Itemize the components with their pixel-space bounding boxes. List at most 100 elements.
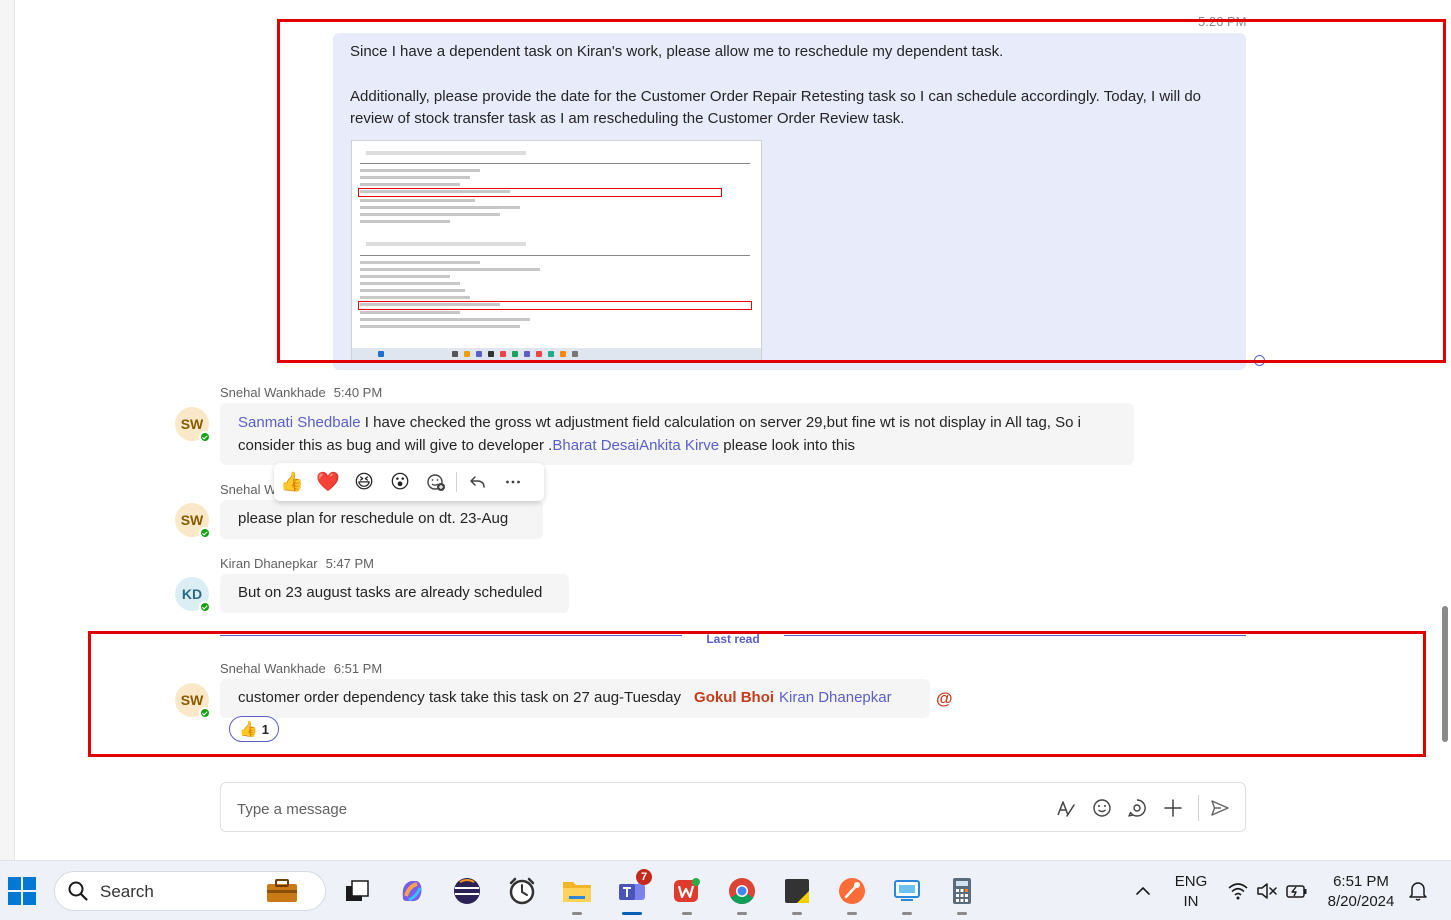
message-meta: Snehal W [220,482,276,497]
chrome-button[interactable] [724,873,760,915]
start-button[interactable] [4,873,40,909]
plus-icon [1164,799,1182,817]
last-read-label: Last read [706,632,760,646]
chevron-up-icon [1136,887,1150,895]
avatar[interactable]: SW [175,503,211,539]
eclipse-icon [454,878,480,904]
format-text-icon [1057,801,1075,817]
presence-available-icon [199,707,211,719]
teams-button[interactable]: 7 [614,869,652,915]
reaction-count: 1 [261,721,269,737]
message-input[interactable] [235,796,1019,822]
calculator-icon [953,878,971,904]
avatar[interactable]: SW [175,407,211,443]
mention-link[interactable]: Ankita Kirve [639,437,719,454]
postman-icon [839,878,865,904]
message-meta: Snehal Wankhade 5:40 PM [220,385,382,400]
wifi-icon [1228,883,1248,900]
left-app-rail [0,0,15,860]
message-composer [220,782,1246,832]
windows-taskbar: Search 7 ENG IN 6:51 PM 8/20/2024 [0,860,1451,920]
clock[interactable]: 6:51 PM 8/20/2024 [1322,872,1400,912]
send-button[interactable] [1207,795,1233,821]
clock-app-button[interactable] [504,873,540,909]
author-name: Kiran Dhanepkar [220,556,318,571]
my-message-bubble[interactable]: Since I have a dependent task on Kiran's… [333,33,1246,370]
copilot-button[interactable] [394,873,430,909]
presence-available-icon [199,601,211,613]
battery-button[interactable] [1279,873,1315,909]
taskbar-search[interactable]: Search [54,871,326,911]
calculator-button[interactable] [944,873,980,915]
format-button[interactable] [1053,795,1079,821]
clock-time: 6:51 PM [1333,873,1389,890]
search-placeholder: Search [100,882,154,901]
message-text: Since I have a dependent task on Kiran's… [350,43,1004,60]
mention-link[interactable]: Kiran Dhanepkar [779,689,892,706]
message-text: please look into this [719,437,856,454]
toolbar-divider [456,472,457,492]
search-icon [68,881,88,901]
mention-link[interactable]: Bharat Desai [552,437,639,454]
avatar[interactable]: SW [175,683,211,719]
send-icon [1211,800,1229,816]
avatar[interactable]: KD [175,577,211,613]
message-bubble[interactable]: please plan for reschedule on dt. 23-Aug [220,500,543,539]
add-reaction-button[interactable] [418,463,454,501]
copilot-icon [402,881,422,902]
mention-indicator-icon: @ [936,689,953,708]
message-bubble[interactable]: customer order dependency task take this… [220,679,930,718]
chrome-icon [729,878,755,905]
like-reaction-chip[interactable]: 👍 1 [229,716,279,742]
sticky-notes-icon [785,879,809,903]
like-reaction-button[interactable]: 👍 [274,463,310,501]
folder-icon [563,882,591,902]
avatar-initials: KD [181,586,203,602]
sticky-notes-button[interactable] [779,873,815,915]
notifications-button[interactable] [1400,873,1436,909]
composer-divider [1198,795,1199,821]
volume-muted-icon [1257,883,1277,899]
message-time: 5:47 PM [325,556,374,571]
more-horizontal-icon [506,480,520,484]
author-name: Snehal Wankhade [220,385,326,400]
mention-me-link[interactable]: Gokul Bhoi [694,689,774,706]
loop-component-icon [1128,799,1146,817]
remote-desktop-button[interactable] [889,873,925,915]
message-bubble[interactable]: But on 23 august tasks are already sched… [220,574,569,613]
message-bubble[interactable]: Sanmati Shedbale I have checked the gros… [220,403,1134,465]
message-text: Additionally, please provide the date fo… [350,88,1202,127]
more-options-button[interactable] [495,463,531,501]
loop-button[interactable] [1124,795,1150,821]
laugh-reaction-button[interactable]: 😆 [346,463,382,501]
like-icon: 👍 [239,721,258,738]
read-receipt-icon [1254,355,1265,366]
reply-button[interactable] [459,463,495,501]
message-meta: Snehal Wankhade 6:51 PM [220,661,382,676]
heart-reaction-button[interactable]: ❤️ [310,463,346,501]
message-time: 5:40 PM [333,385,383,400]
reply-arrow-icon [470,476,485,488]
file-explorer-button[interactable] [559,873,595,915]
author-name: Snehal Wankhade [220,661,326,676]
message-time: 6:51 PM [333,661,383,676]
show-hidden-icons-button[interactable] [1125,873,1161,909]
surprised-reaction-button[interactable]: 😮 [382,463,418,501]
region-code: IN [1183,893,1199,910]
attached-screenshot-image[interactable] [351,140,762,361]
wps-office-button[interactable] [669,873,705,915]
message-text: customer order dependency task take this… [238,689,682,706]
task-view-button[interactable] [339,873,375,909]
postman-button[interactable] [834,873,870,915]
presence-available-icon [199,527,211,539]
emoji-button[interactable] [1089,795,1115,821]
attach-plus-button[interactable] [1160,795,1186,821]
wps-office-icon [674,878,700,902]
remote-desktop-icon [894,880,920,901]
message-timestamp: 5:26 PM [1198,14,1247,29]
mention-link[interactable]: Sanmati Shedbale [238,414,361,431]
eclipse-app-button[interactable] [449,873,485,909]
task-view-icon [346,880,369,901]
language-indicator[interactable]: ENG IN [1170,872,1212,912]
chat-scrollbar[interactable] [1442,606,1448,742]
